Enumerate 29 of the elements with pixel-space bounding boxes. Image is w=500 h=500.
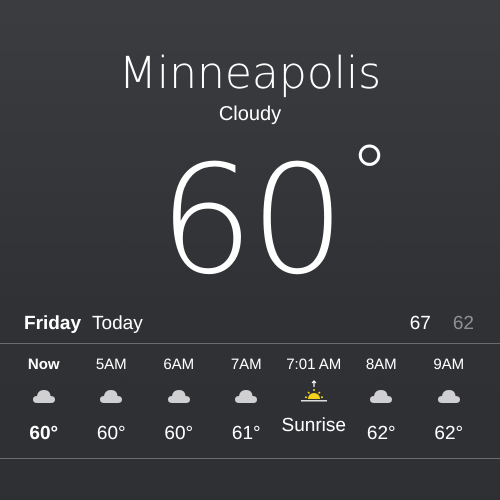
weekday: Friday <box>24 313 82 335</box>
cloud-icon <box>436 388 461 404</box>
low-temperature: 62 <box>452 313 474 335</box>
high-temperature: 67 <box>410 313 431 335</box>
current-temperature: 60 <box>158 136 342 306</box>
hour-time: 8AM <box>366 356 397 373</box>
hour-time: 6AM <box>163 356 194 373</box>
sunrise-icon <box>300 380 328 404</box>
hour-temperature: 60° <box>164 423 194 445</box>
cloud-icon <box>32 388 56 404</box>
hour-temperature: 60° <box>29 423 58 445</box>
hour-time: 7:01 AM <box>286 356 342 373</box>
hour-time: 7AM <box>230 356 262 373</box>
hour-temperature: 62° <box>434 423 464 445</box>
hour-time: 9AM <box>433 356 464 373</box>
hour-temperature: Sunrise <box>282 415 346 437</box>
city-name: Minneapolis <box>118 47 382 101</box>
hour-temperature: 61° <box>232 423 261 445</box>
cloud-icon <box>99 388 124 404</box>
cloud-icon <box>166 388 191 404</box>
weather-condition: Cloudy <box>218 102 282 126</box>
cloud-icon <box>369 388 394 404</box>
hour-time: Now <box>28 356 60 373</box>
day-label: Today <box>92 313 143 335</box>
cloud-icon <box>234 388 258 404</box>
hour-temperature: 62° <box>366 423 396 445</box>
hour-time: 5AM <box>96 356 127 373</box>
degree-symbol: ° <box>349 130 390 220</box>
hour-temperature: 60° <box>96 423 126 445</box>
